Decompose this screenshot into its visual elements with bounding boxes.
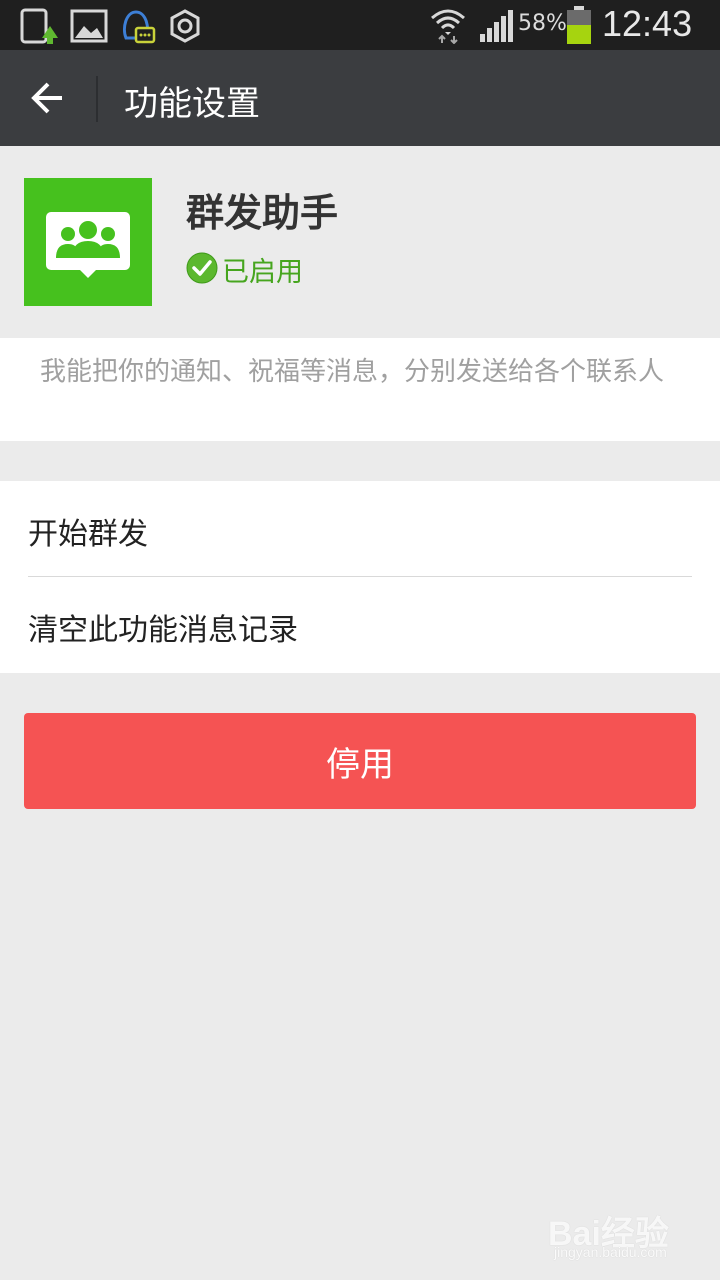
start-broadcast-item[interactable]: 开始群发 (0, 481, 720, 577)
menu-item-label: 开始群发 (28, 517, 148, 552)
title-divider (96, 76, 98, 122)
watermark-url: jingyan.baidu.com (554, 1244, 667, 1260)
battery-icon (567, 6, 591, 44)
back-button[interactable] (20, 72, 76, 124)
signal-icon (480, 10, 513, 42)
wifi-icon (431, 9, 465, 44)
description-text: 我能把你的通知、祝福等消息，分别发送给各个联系人 (40, 357, 665, 387)
back-arrow-icon (31, 82, 62, 114)
qq-message-icon (122, 10, 156, 44)
menu-item-label: 清空此功能消息记录 (28, 613, 298, 648)
upload-notification-icon (20, 8, 58, 44)
page-title: 功能设置 (124, 84, 260, 124)
group-chat-icon (46, 212, 130, 278)
check-circle-icon (186, 252, 218, 284)
battery-percent: 58% (518, 11, 567, 36)
title-bar: 功能设置 (0, 50, 720, 146)
feature-app-icon (24, 178, 152, 306)
clear-history-item[interactable]: 清空此功能消息记录 (0, 577, 720, 673)
feature-name: 群发助手 (186, 191, 339, 235)
baidu-watermark: Bai经验 jingyan.baidu.com (548, 1198, 708, 1268)
menu-list: 开始群发 清空此功能消息记录 (0, 481, 720, 673)
description-card: 我能把你的通知、祝福等消息，分别发送给各个联系人 (0, 338, 720, 441)
clock: 12:43 (602, 3, 693, 44)
disable-button[interactable]: 停用 (24, 713, 696, 809)
gallery-icon (70, 9, 108, 43)
status-bar: 58% 12:43 (0, 0, 720, 50)
status-label: 已启用 (222, 257, 303, 288)
settings-hex-icon (170, 9, 200, 43)
